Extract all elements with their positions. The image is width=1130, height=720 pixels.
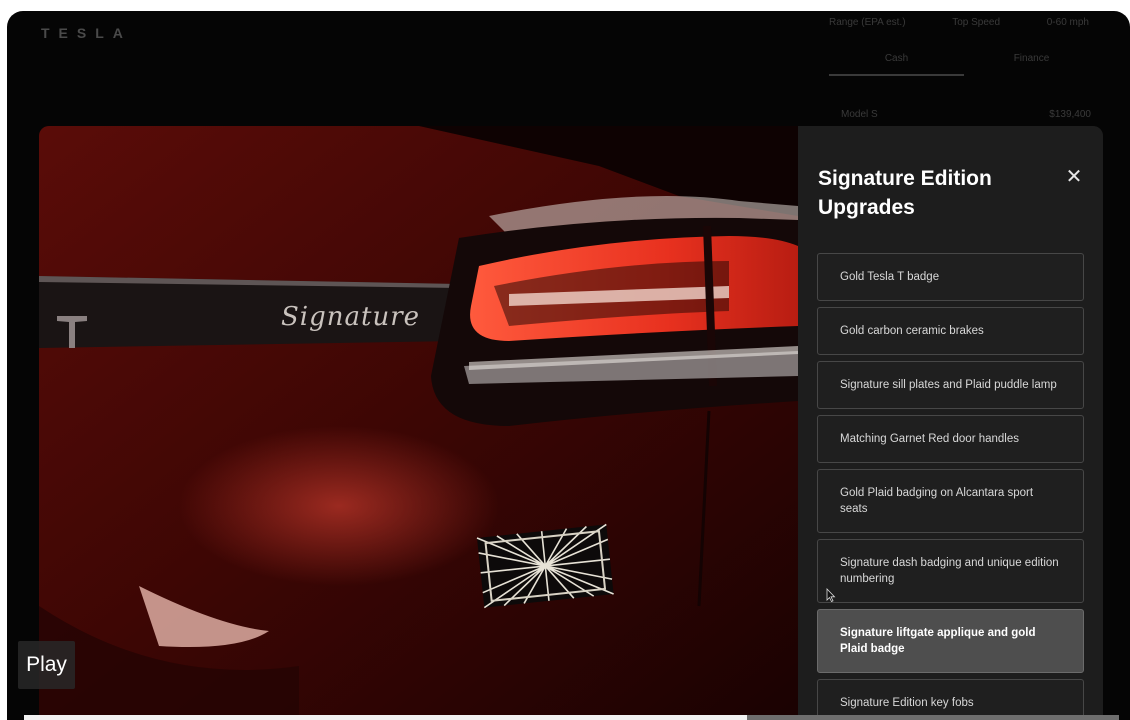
car-rear-illustration [39,126,798,720]
price-value: $139,400 [1049,109,1091,120]
close-icon[interactable]: ✕ [1064,167,1084,187]
spec-range: Range (EPA est.) [829,17,906,28]
upgrade-label: Signature liftgate applique and gold Pla… [840,627,1036,655]
upgrade-label: Signature sill plates and Plaid puddle l… [840,379,1057,391]
tesla-logo: TESLA [41,25,132,41]
tab-cash[interactable]: Cash [829,53,964,76]
upgrade-label: Gold carbon ceramic brakes [840,325,984,337]
play-button[interactable]: Play [18,641,75,689]
upgrade-item-door-handles[interactable]: Matching Garnet Red door handles [817,415,1084,463]
spec-headers: Range (EPA est.) Top Speed 0-60 mph [829,17,1089,28]
upgrade-item-key-fobs[interactable]: Signature Edition key fobs [817,679,1084,720]
car-media: Signature [39,126,798,720]
upgrade-label: Matching Garnet Red door handles [840,433,1019,445]
signature-badge: Signature [281,302,421,332]
upgrade-item-sill-plates[interactable]: Signature sill plates and Plaid puddle l… [817,361,1084,409]
upgrade-item-liftgate[interactable]: Signature liftgate applique and gold Pla… [817,609,1084,673]
price-label: Model S [841,109,878,120]
upgrade-list: Gold Tesla T badge Gold carbon ceramic b… [817,253,1084,720]
upgrade-label: Gold Tesla T badge [840,271,940,283]
upgrade-item-seats[interactable]: Gold Plaid badging on Alcantara sport se… [817,469,1084,533]
tab-finance[interactable]: Finance [964,53,1099,76]
video-progress-fill [24,715,747,720]
spec-top-speed: Top Speed [952,17,1001,28]
upgrades-panel: Signature Edition Upgrades ✕ Gold Tesla … [798,126,1103,720]
upgrade-item-brakes[interactable]: Gold carbon ceramic brakes [817,307,1084,355]
upgrade-label: Signature dash badging and unique editio… [840,557,1059,585]
spec-acceleration: 0-60 mph [1046,17,1089,28]
video-progress-bar[interactable] [24,715,1119,720]
payment-tabs: Cash Finance [829,53,1099,76]
upgrades-modal: Signature Signature Edition Upgrades ✕ G… [39,126,1103,720]
upgrade-label: Gold Plaid badging on Alcantara sport se… [840,487,1034,515]
upgrade-item-gold-t-badge[interactable]: Gold Tesla T badge [817,253,1084,301]
panel-title: Signature Edition Upgrades [818,167,992,219]
app-window: TESLA Range (EPA est.) Top Speed 0-60 mp… [7,11,1130,720]
upgrade-item-dash-badging[interactable]: Signature dash badging and unique editio… [817,539,1084,603]
price-row: Model S $139,400 [841,109,1091,120]
mouse-cursor-icon [826,588,836,602]
upgrade-label: Signature Edition key fobs [840,697,974,709]
